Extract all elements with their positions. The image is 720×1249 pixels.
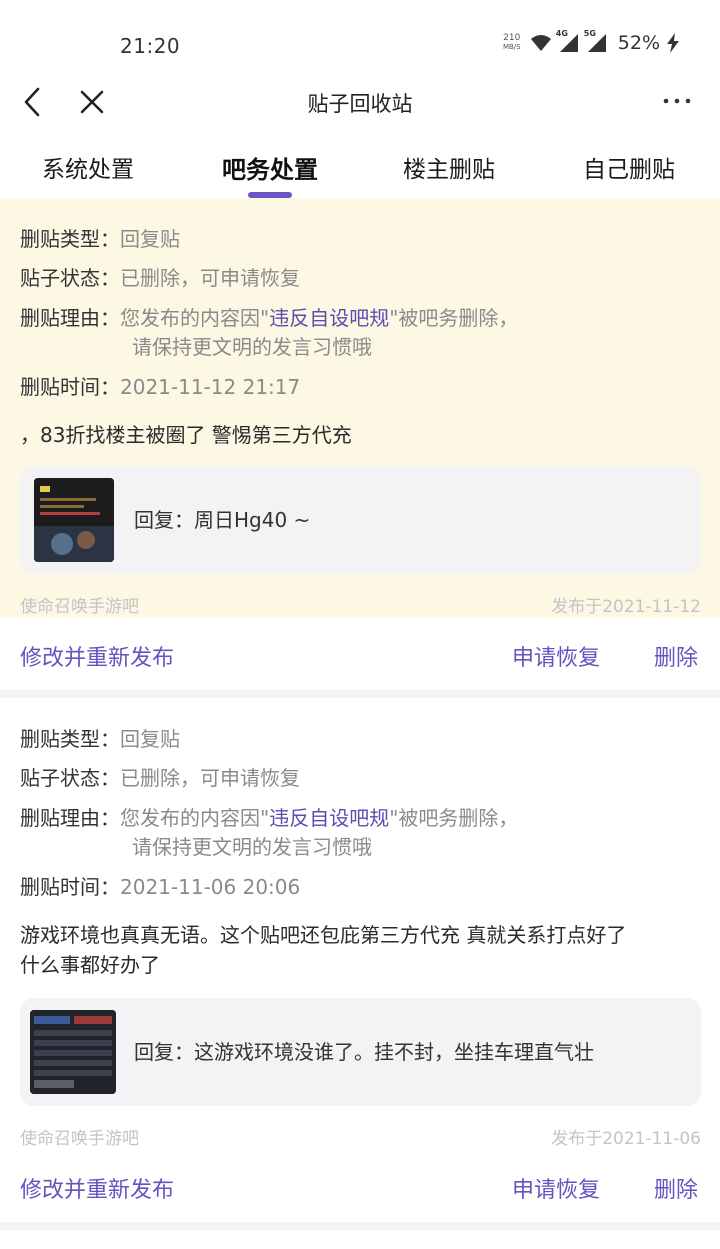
rule-link[interactable]: 违反自设吧规 bbox=[269, 306, 389, 330]
card-divider bbox=[0, 690, 720, 698]
deleted-post-card: 删贴类型：回复贴 贴子状态：已删除，可申请恢复 删贴理由：您发布的内容因"违反自… bbox=[0, 198, 720, 690]
delete-time-row: 删贴时间：2021-11-12 21:17 bbox=[20, 372, 300, 402]
post-status-row: 贴子状态：已删除，可申请恢复 bbox=[20, 263, 300, 293]
post-content[interactable]: 游戏环境也真真无语。这个贴吧还包庇第三方代充 真就关系打点好了 什么事都好办了 bbox=[20, 920, 700, 980]
reply-thumbnail bbox=[34, 478, 114, 562]
post-status-value: 已删除，可申请恢复 bbox=[120, 766, 300, 790]
delete-type-value: 回复贴 bbox=[120, 727, 180, 751]
post-status-row: 贴子状态：已删除，可申请恢复 bbox=[20, 763, 300, 793]
net-speed-value: 210 bbox=[503, 33, 521, 43]
delete-button[interactable]: 删除 bbox=[654, 1172, 698, 1204]
status-time: 21:20 bbox=[120, 34, 181, 58]
post-status-label: 贴子状态： bbox=[20, 266, 120, 290]
delete-time-value: 2021-11-06 20:06 bbox=[120, 875, 301, 899]
tab-self-deleted[interactable]: 自己删贴 bbox=[583, 150, 675, 184]
wifi-icon bbox=[530, 35, 551, 51]
signal-1-label: 4G bbox=[555, 29, 568, 38]
charging-icon bbox=[667, 33, 679, 53]
net-speed-unit: MB/S bbox=[502, 43, 521, 51]
tab-moderator[interactable]: 吧务处置 bbox=[222, 150, 318, 185]
signal-icon: 4G bbox=[556, 29, 580, 53]
tab-bar: 系统处置 吧务处置 楼主删贴 自己删贴 bbox=[0, 140, 720, 198]
delete-type-row: 删贴类型：回复贴 bbox=[20, 224, 180, 254]
delete-reason-line2: 请保持更文明的发言习惯哦 bbox=[132, 332, 372, 362]
tab-op-deleted[interactable]: 楼主删贴 bbox=[403, 150, 495, 184]
delete-type-label: 删贴类型： bbox=[20, 727, 120, 751]
delete-reason-line2: 请保持更文明的发言习惯哦 bbox=[132, 832, 372, 862]
more-icon[interactable] bbox=[662, 86, 692, 116]
forum-name[interactable]: 使命召唤手游吧 bbox=[20, 1124, 139, 1149]
delete-reason-label: 删贴理由： bbox=[20, 806, 120, 830]
signal-2-label: 5G bbox=[583, 29, 596, 38]
edit-republish-button[interactable]: 修改并重新发布 bbox=[20, 1172, 174, 1204]
quoted-reply-text: 回复：这游戏环境没谁了。挂不封，坐挂车理直气壮 bbox=[134, 1040, 594, 1064]
quoted-reply-text: 回复：周日Hg40 ~ bbox=[134, 508, 311, 532]
battery-level: 52% bbox=[617, 32, 660, 54]
delete-time-label: 删贴时间： bbox=[20, 875, 120, 899]
delete-reason-prefix: 您发布的内容因" bbox=[120, 306, 270, 330]
reply-thumbnail bbox=[30, 1010, 116, 1094]
delete-reason-prefix: 您发布的内容因" bbox=[120, 806, 270, 830]
delete-reason-suffix: "被吧务删除， bbox=[389, 806, 519, 830]
restore-request-button[interactable]: 申请恢复 bbox=[512, 1172, 600, 1204]
deleted-post-card: 删贴类型：回复贴 贴子状态：已删除，可申请恢复 删贴理由：您发布的内容因"违反自… bbox=[0, 698, 720, 1222]
nav-bar: 贴子回收站 bbox=[0, 74, 720, 130]
publish-date: 发布于2021-11-06 bbox=[551, 1129, 701, 1149]
tab-system[interactable]: 系统处置 bbox=[42, 150, 134, 184]
restore-request-button[interactable]: 申请恢复 bbox=[512, 640, 600, 672]
forum-name[interactable]: 使命召唤手游吧 bbox=[20, 592, 139, 617]
delete-time-label: 删贴时间： bbox=[20, 375, 120, 399]
post-status-label: 贴子状态： bbox=[20, 766, 120, 790]
rule-link[interactable]: 违反自设吧规 bbox=[269, 806, 389, 830]
card-divider bbox=[0, 1222, 720, 1230]
post-content-line-2: 什么事都好办了 bbox=[20, 953, 160, 977]
post-status-value: 已删除，可申请恢复 bbox=[120, 266, 300, 290]
edit-republish-button[interactable]: 修改并重新发布 bbox=[20, 640, 174, 672]
signal-icon-2: 5G bbox=[584, 29, 608, 53]
delete-reason-label: 删贴理由： bbox=[20, 306, 120, 330]
quoted-reply[interactable]: 回复：周日Hg40 ~ bbox=[20, 466, 701, 574]
delete-type-value: 回复贴 bbox=[120, 227, 180, 251]
post-content[interactable]: ，83折找楼主被圈了 警惕第三方代充 bbox=[20, 420, 700, 450]
delete-reason-text-2: 请保持更文明的发言习惯哦 bbox=[132, 335, 372, 359]
delete-reason-row: 删贴理由：您发布的内容因"违反自设吧规"被吧务删除， bbox=[20, 303, 518, 333]
post-content-line-1: 游戏环境也真真无语。这个贴吧还包庇第三方代充 真就关系打点好了 bbox=[20, 923, 627, 947]
delete-time-value: 2021-11-12 21:17 bbox=[120, 375, 301, 399]
delete-type-label: 删贴类型： bbox=[20, 227, 120, 251]
quoted-reply[interactable]: 回复：这游戏环境没谁了。挂不封，坐挂车理直气壮 bbox=[20, 998, 701, 1106]
delete-reason-text-2: 请保持更文明的发言习惯哦 bbox=[132, 835, 372, 859]
delete-reason-suffix: "被吧务删除， bbox=[389, 306, 519, 330]
delete-button[interactable]: 删除 bbox=[654, 640, 698, 672]
delete-time-row: 删贴时间：2021-11-06 20:06 bbox=[20, 872, 300, 902]
delete-type-row: 删贴类型：回复贴 bbox=[20, 724, 180, 754]
page-title: 贴子回收站 bbox=[307, 92, 413, 116]
net-speed: 210 MB/S bbox=[500, 34, 524, 52]
publish-date: 发布于2021-11-12 bbox=[551, 597, 701, 617]
delete-reason-row: 删贴理由：您发布的内容因"违反自设吧规"被吧务删除， bbox=[20, 803, 518, 833]
status-icons: 210 MB/S 4G 5G 52% bbox=[500, 29, 680, 54]
